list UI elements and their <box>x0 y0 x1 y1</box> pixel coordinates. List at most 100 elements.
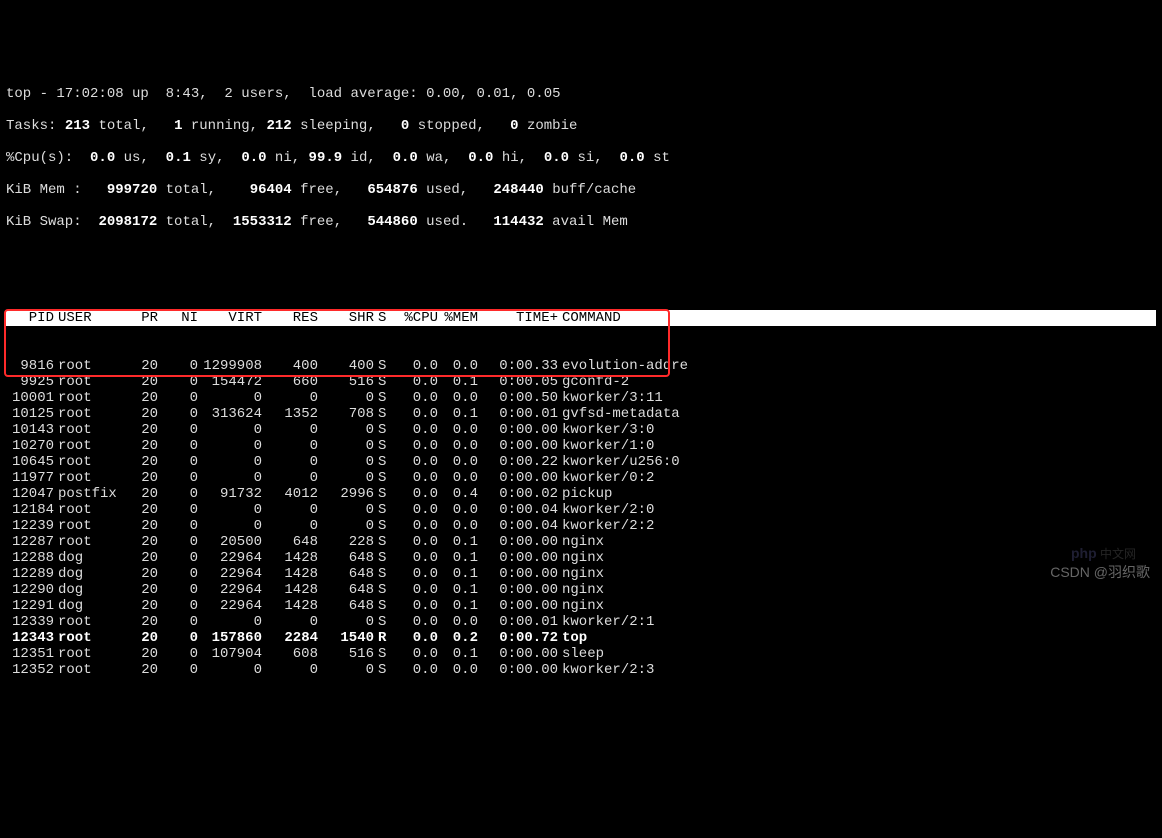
process-row[interactable]: 11977root200000S0.00.00:00.00kworker/0:2 <box>6 470 1162 486</box>
col-cpu[interactable]: %CPU <box>390 310 438 326</box>
process-row[interactable]: 12291dog200229641428648S0.00.10:00.00ngi… <box>6 598 1162 614</box>
cell-pid: 12184 <box>6 502 54 518</box>
cell-pid: 10125 <box>6 406 54 422</box>
mem-line: KiB Mem : 999720 total, 96404 free, 6548… <box>6 182 1162 198</box>
cell-cpu: 0.0 <box>390 582 438 598</box>
cell-res: 608 <box>262 646 318 662</box>
col-res[interactable]: RES <box>262 310 318 326</box>
process-row[interactable]: 12184root200000S0.00.00:00.04kworker/2:0 <box>6 502 1162 518</box>
process-row[interactable]: 12351root200107904608516S0.00.10:00.00sl… <box>6 646 1162 662</box>
process-row[interactable]: 12290dog200229641428648S0.00.10:00.00ngi… <box>6 582 1162 598</box>
process-row[interactable]: 12343root20015786022841540R0.00.20:00.72… <box>6 630 1162 646</box>
cell-ni: 0 <box>158 358 198 374</box>
cell-user: root <box>54 406 126 422</box>
cell-pid: 9816 <box>6 358 54 374</box>
cell-pid: 12290 <box>6 582 54 598</box>
cell-time: 0:00.72 <box>478 630 558 646</box>
col-ni[interactable]: NI <box>158 310 198 326</box>
column-header[interactable]: PIDUSERPRNIVIRTRESSHRS%CPU%MEMTIME+COMMA… <box>6 310 1156 326</box>
cell-cpu: 0.0 <box>390 438 438 454</box>
cell-mem: 0.1 <box>438 374 478 390</box>
cell-cmd: kworker/0:2 <box>558 470 818 486</box>
cell-time: 0:00.00 <box>478 598 558 614</box>
cell-res: 0 <box>262 454 318 470</box>
process-row[interactable]: 10143root200000S0.00.00:00.00kworker/3:0 <box>6 422 1162 438</box>
process-row[interactable]: 10001root200000S0.00.00:00.50kworker/3:1… <box>6 390 1162 406</box>
cell-pr: 20 <box>126 486 158 502</box>
cell-shr: 648 <box>318 582 374 598</box>
process-row[interactable]: 9925root200154472660516S0.00.10:00.05gco… <box>6 374 1162 390</box>
process-row[interactable]: 12339root200000S0.00.00:00.01kworker/2:1 <box>6 614 1162 630</box>
cell-pr: 20 <box>126 614 158 630</box>
cell-ni: 0 <box>158 470 198 486</box>
col-cmd[interactable]: COMMAND <box>558 310 818 326</box>
cell-shr: 0 <box>318 390 374 406</box>
cell-pr: 20 <box>126 534 158 550</box>
col-time[interactable]: TIME+ <box>478 310 558 326</box>
cell-cpu: 0.0 <box>390 646 438 662</box>
col-shr[interactable]: SHR <box>318 310 374 326</box>
cell-virt: 20500 <box>198 534 262 550</box>
cell-virt: 0 <box>198 614 262 630</box>
process-row[interactable]: 12287root20020500648228S0.00.10:00.00ngi… <box>6 534 1162 550</box>
cell-shr: 516 <box>318 374 374 390</box>
cell-cpu: 0.0 <box>390 662 438 678</box>
cell-s: S <box>374 502 390 518</box>
process-row[interactable]: 10125root2003136241352708S0.00.10:00.01g… <box>6 406 1162 422</box>
col-pid[interactable]: PID <box>6 310 54 326</box>
cell-s: S <box>374 534 390 550</box>
cell-res: 0 <box>262 518 318 534</box>
cell-time: 0:00.50 <box>478 390 558 406</box>
process-row[interactable]: 10270root200000S0.00.00:00.00kworker/1:0 <box>6 438 1162 454</box>
cell-mem: 0.1 <box>438 646 478 662</box>
cell-cmd: nginx <box>558 566 818 582</box>
cell-virt: 0 <box>198 438 262 454</box>
cell-user: dog <box>54 566 126 582</box>
cell-pid: 12343 <box>6 630 54 646</box>
process-list[interactable]: 9816root2001299908400400S0.00.00:00.33ev… <box>6 358 1162 678</box>
cell-user: root <box>54 358 126 374</box>
process-row[interactable]: 12047postfix2009173240122996S0.00.40:00.… <box>6 486 1162 502</box>
cell-virt: 22964 <box>198 566 262 582</box>
cell-virt: 0 <box>198 502 262 518</box>
cell-user: root <box>54 502 126 518</box>
cell-user: root <box>54 422 126 438</box>
process-row[interactable]: 12289dog200229641428648S0.00.10:00.00ngi… <box>6 566 1162 582</box>
cell-user: root <box>54 630 126 646</box>
cell-time: 0:00.00 <box>478 470 558 486</box>
cell-pr: 20 <box>126 358 158 374</box>
cell-virt: 107904 <box>198 646 262 662</box>
cell-s: S <box>374 422 390 438</box>
cell-cpu: 0.0 <box>390 486 438 502</box>
cell-res: 1352 <box>262 406 318 422</box>
cell-s: S <box>374 470 390 486</box>
cell-time: 0:00.00 <box>478 534 558 550</box>
col-pr[interactable]: PR <box>126 310 158 326</box>
cell-pr: 20 <box>126 438 158 454</box>
process-row[interactable]: 10645root200000S0.00.00:00.22kworker/u25… <box>6 454 1162 470</box>
cell-cpu: 0.0 <box>390 390 438 406</box>
process-row[interactable]: 9816root2001299908400400S0.00.00:00.33ev… <box>6 358 1162 374</box>
cell-cmd: kworker/1:0 <box>558 438 818 454</box>
process-row[interactable]: 12288dog200229641428648S0.00.10:00.00ngi… <box>6 550 1162 566</box>
cell-s: S <box>374 374 390 390</box>
col-mem[interactable]: %MEM <box>438 310 478 326</box>
cell-virt: 0 <box>198 470 262 486</box>
cell-pr: 20 <box>126 390 158 406</box>
process-row[interactable]: 12352root200000S0.00.00:00.00kworker/2:3 <box>6 662 1162 678</box>
cell-cmd: kworker/2:2 <box>558 518 818 534</box>
cell-cmd: gvfsd-metadata <box>558 406 818 422</box>
cell-user: root <box>54 662 126 678</box>
process-row[interactable]: 12239root200000S0.00.00:00.04kworker/2:2 <box>6 518 1162 534</box>
cell-cmd: kworker/2:1 <box>558 614 818 630</box>
col-s[interactable]: S <box>374 310 390 326</box>
cell-cpu: 0.0 <box>390 502 438 518</box>
cell-res: 1428 <box>262 598 318 614</box>
cell-res: 0 <box>262 438 318 454</box>
cell-s: S <box>374 646 390 662</box>
cell-ni: 0 <box>158 406 198 422</box>
cell-ni: 0 <box>158 422 198 438</box>
col-virt[interactable]: VIRT <box>198 310 262 326</box>
cell-shr: 0 <box>318 518 374 534</box>
col-user[interactable]: USER <box>54 310 126 326</box>
